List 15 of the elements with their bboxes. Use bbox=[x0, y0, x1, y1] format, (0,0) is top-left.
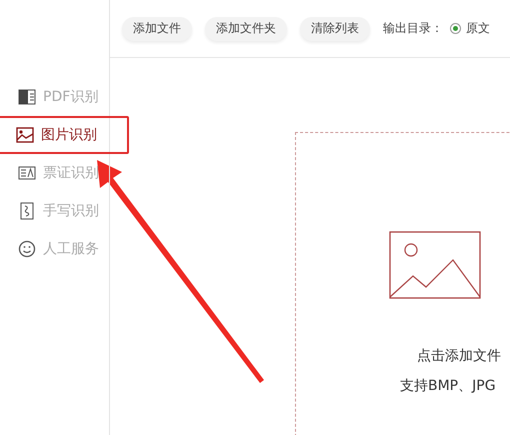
output-label: 输出目录： bbox=[383, 20, 443, 37]
pen-note-icon bbox=[20, 202, 34, 220]
format-hint: 支持BMP、JPG bbox=[400, 377, 497, 395]
image-icon bbox=[16, 127, 34, 143]
pdf-icon bbox=[18, 89, 36, 105]
image-placeholder-icon bbox=[389, 231, 481, 299]
toolbar-button[interactable]: 添加文件 bbox=[122, 16, 192, 40]
toolbar-button[interactable]: 清除列表 bbox=[300, 16, 370, 40]
radio-button[interactable] bbox=[450, 23, 461, 34]
add-file-hint: 点击添加文件 bbox=[417, 347, 502, 365]
document-icon bbox=[18, 166, 36, 180]
sidebar-item[interactable]: 图片识别 bbox=[0, 116, 129, 154]
smiley-icon bbox=[18, 240, 36, 258]
radio-label: 原文 bbox=[466, 20, 490, 37]
toolbar-button[interactable]: 添加文件夹 bbox=[205, 16, 287, 40]
